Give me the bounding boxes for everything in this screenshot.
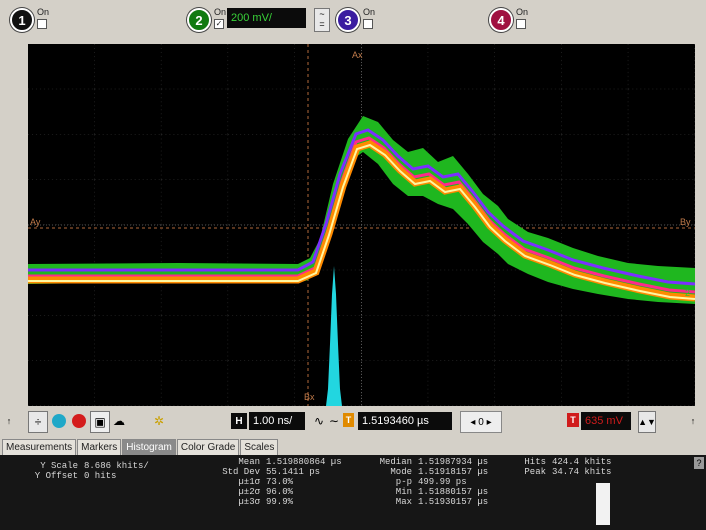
mode-value: 1.51918157 µs xyxy=(418,467,489,477)
y-offset-label: Y Offset xyxy=(34,471,78,481)
histogram-stats-panel: Y Scale 8.686 khits/ Y Offset 0 hits Mea… xyxy=(0,455,706,530)
arrow-up-right-icon[interactable]: ↑ xyxy=(688,411,698,431)
channel-4-control[interactable]: 4 On xyxy=(489,8,528,32)
run-button[interactable] xyxy=(50,411,68,431)
mode-label: Mode xyxy=(390,467,412,477)
channel-3-on-label: On xyxy=(363,7,376,17)
stop-button[interactable] xyxy=(70,411,88,431)
hits-label: Hits xyxy=(524,457,546,467)
pp-value: 499.99 ps xyxy=(418,477,467,487)
left-margin xyxy=(0,44,28,406)
marker-bx-label: Bx xyxy=(304,392,315,402)
clear-display-icon[interactable]: ☁ xyxy=(110,411,128,431)
peak-value: 34.74 khits xyxy=(552,467,612,477)
marker-ax-label: Ax xyxy=(352,50,363,60)
std-dev-label: Std Dev xyxy=(222,467,260,477)
y-scale-label: Y Scale xyxy=(40,461,78,471)
level-spin-icon[interactable]: ▲▼ xyxy=(638,411,656,433)
channel-4-on-label: On xyxy=(516,7,529,17)
single-button[interactable]: ▣ xyxy=(90,411,110,433)
marker-ay-label: Ay xyxy=(30,217,41,227)
channel-4-badge[interactable]: 4 xyxy=(489,8,513,32)
channel-2-scale-field[interactable]: 200 mV/ xyxy=(227,8,306,28)
trigger-level-field[interactable]: 635 mV xyxy=(581,412,631,430)
coupling-icon[interactable]: ~ = xyxy=(314,8,330,32)
mean-value: 1.519880864 µs xyxy=(266,457,342,467)
arrow-up-icon[interactable]: ↑ xyxy=(4,411,14,431)
sigma2-value: 96.0% xyxy=(266,487,294,497)
channel-1-control[interactable]: 1 On xyxy=(10,8,49,32)
max-label: Max xyxy=(395,497,412,507)
median-value: 1.51987934 µs xyxy=(418,457,489,467)
trigger-level-badge[interactable]: T xyxy=(567,413,579,427)
pp-label: p-p xyxy=(395,477,412,487)
y-offset-value: 0 hits xyxy=(84,471,117,481)
right-margin xyxy=(695,44,706,406)
min-value: 1.51880157 µs xyxy=(418,487,489,497)
tab-bar: Measurements Markers Histogram Color Gra… xyxy=(0,436,706,455)
help-button[interactable]: ? xyxy=(694,457,704,469)
max-value: 1.51930157 µs xyxy=(418,497,489,507)
divider-spin-icon[interactable]: ÷ xyxy=(28,411,48,433)
channel-4-checkbox[interactable] xyxy=(516,19,526,29)
channel-1-on-label: On xyxy=(37,7,50,17)
channel-toolbar: 1 On 2 On ✓ 200 mV/ ~ = 3 On 4 On xyxy=(0,0,706,44)
hits-value: 424.4 khits xyxy=(552,457,612,467)
channel-2-ground-marker: 2 xyxy=(685,288,690,298)
histogram-preview-bar xyxy=(596,483,610,525)
delay-nav-value: 0 xyxy=(478,416,484,428)
channel-2-on-label: On xyxy=(214,7,227,17)
trigger-slope-falling-icon[interactable]: ∼ xyxy=(327,411,341,431)
channel-2-badge[interactable]: 2 xyxy=(187,8,211,32)
median-label: Median xyxy=(379,457,412,467)
channel-1-badge[interactable]: 1 xyxy=(10,8,34,32)
min-label: Min xyxy=(395,487,412,497)
delay-navigator[interactable]: ◂ 0 ▸ xyxy=(460,411,502,433)
sigma1-value: 73.0% xyxy=(266,477,294,487)
sigma2-label: µ±2σ xyxy=(238,487,260,497)
nav-left-icon[interactable]: ◂ xyxy=(470,417,475,428)
horizontal-badge[interactable]: H xyxy=(231,413,247,429)
channel-1-checkbox[interactable] xyxy=(37,19,47,29)
marker-by-label: By xyxy=(680,217,691,227)
sigma3-label: µ±3σ xyxy=(238,497,260,507)
nav-right-icon[interactable]: ▸ xyxy=(487,417,492,428)
timebase-controls: ↑ ÷ ▣ ☁ ✲ H 1.00 ns/ ∿ ∼ T 1.5193460 µs … xyxy=(0,406,706,436)
tab-histogram[interactable]: Histogram xyxy=(122,439,176,455)
mean-label: Mean xyxy=(238,457,260,467)
peak-label: Peak xyxy=(524,467,546,477)
channel-3-badge[interactable]: 3 xyxy=(336,8,360,32)
autoscale-icon[interactable]: ✲ xyxy=(150,411,168,431)
tab-measurements[interactable]: Measurements xyxy=(2,439,77,455)
waveform-canvas: Ax Ay Bx By 2 xyxy=(28,44,695,406)
channel-3-control[interactable]: 3 On xyxy=(336,8,375,32)
tab-scales[interactable]: Scales xyxy=(240,439,279,455)
sigma3-value: 99.9% xyxy=(266,497,294,507)
trigger-slope-rising-icon[interactable]: ∿ xyxy=(312,411,326,431)
std-dev-value: 55.1411 ps xyxy=(266,467,321,477)
y-scale-value: 8.686 khits/ xyxy=(84,461,149,471)
tab-color-grade[interactable]: Color Grade xyxy=(176,439,240,455)
sigma1-label: µ±1σ xyxy=(238,477,260,487)
channel-2-checkbox[interactable]: ✓ xyxy=(214,19,224,29)
trigger-delay-field[interactable]: 1.5193460 µs xyxy=(358,412,452,430)
tab-markers[interactable]: Markers xyxy=(77,439,122,455)
horizontal-scale-field[interactable]: 1.00 ns/ xyxy=(249,412,305,430)
channel-3-checkbox[interactable] xyxy=(363,19,373,29)
channel-2-control[interactable]: 2 On ✓ xyxy=(187,8,226,32)
trigger-badge[interactable]: T xyxy=(343,413,354,427)
waveform-display[interactable]: Ax Ay Bx By 2 xyxy=(28,44,695,406)
